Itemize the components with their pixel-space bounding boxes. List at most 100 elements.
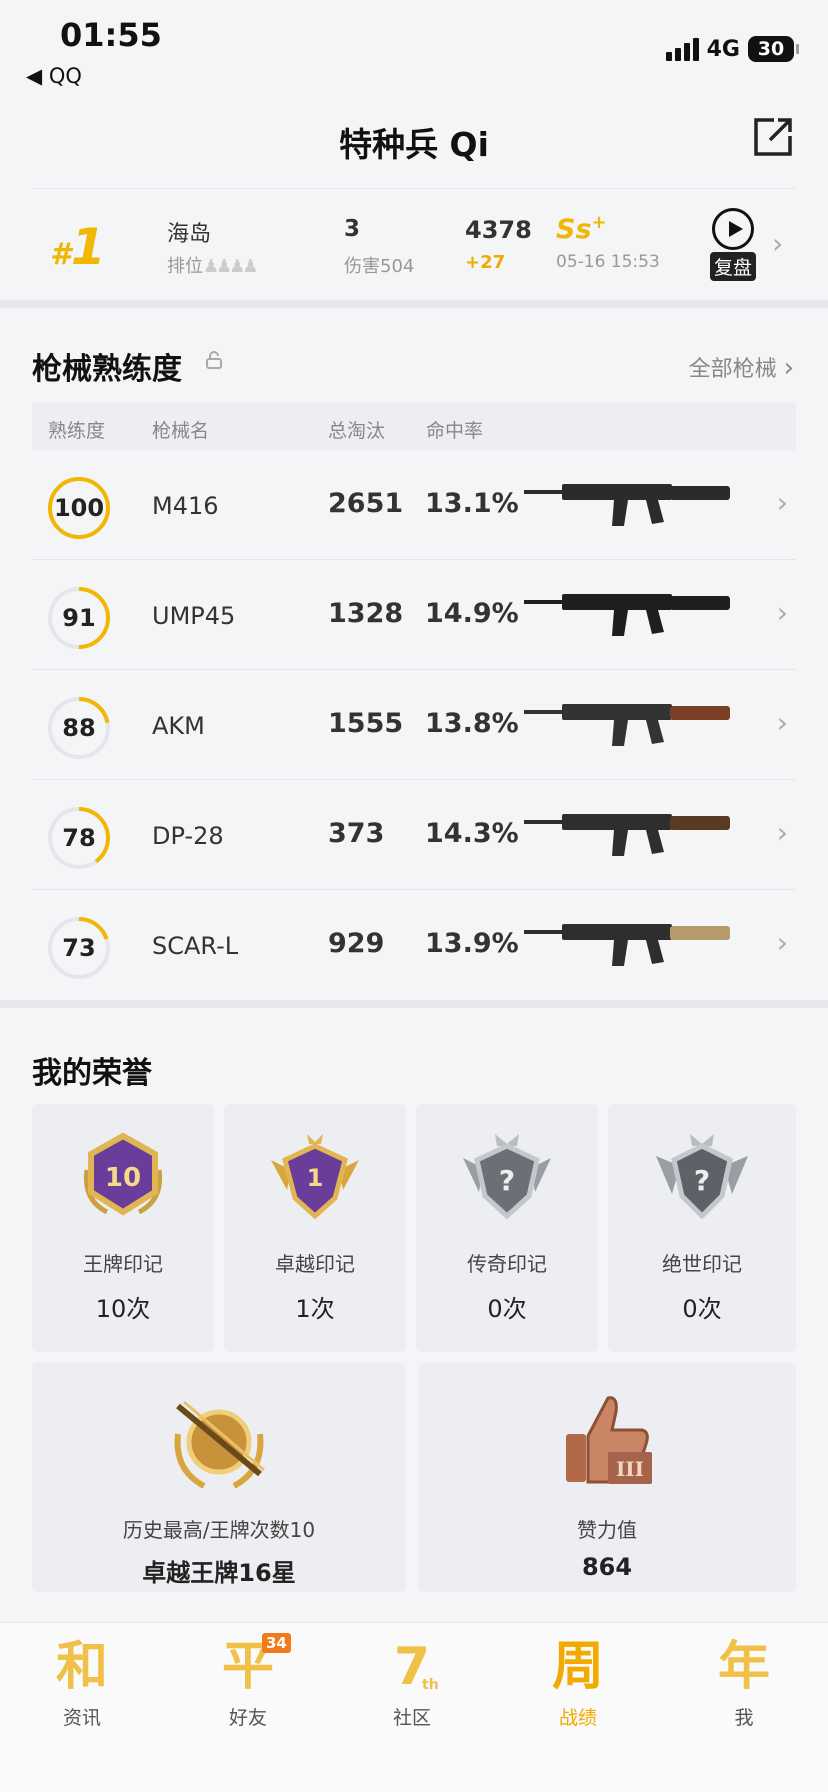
m416-rifle-icon — [524, 484, 730, 526]
honor-card-excellent[interactable]: 1 卓越印记 1次 — [224, 1104, 406, 1352]
weapon-row[interactable]: 88 AKM 1555 13.8% › — [32, 670, 796, 780]
tab-label: 战绩 — [558, 1707, 597, 1729]
chevron-right-icon[interactable]: › — [772, 227, 783, 260]
svg-text:10: 10 — [105, 1163, 141, 1193]
header-accuracy: 命中率 — [426, 420, 484, 442]
chevron-right-icon: › — [783, 353, 794, 383]
honor-label: 王牌印记 — [83, 1252, 163, 1276]
match-score: 4378 — [465, 216, 532, 244]
mode-label: 排位♟♟♟♟ — [167, 256, 259, 277]
lock-icon[interactable] — [204, 350, 224, 370]
weapon-total-kills: 929 — [328, 928, 385, 959]
honor-label: 绝世印记 — [662, 1252, 742, 1276]
replay-icon — [712, 208, 754, 250]
signal-icon — [665, 37, 699, 61]
community-tab-icon: 7 — [393, 1637, 431, 1697]
chevron-right-icon[interactable]: › — [777, 926, 788, 959]
section-divider — [0, 1000, 828, 1008]
weapon-name: DP-28 — [152, 822, 224, 850]
honor-label: 传奇印记 — [467, 1252, 547, 1276]
ump45-smg-icon — [524, 594, 730, 636]
news-tab-icon: 和 — [55, 1637, 108, 1697]
weapon-accuracy: 13.9% — [425, 928, 519, 959]
weapon-accuracy: 14.9% — [425, 598, 519, 629]
header-mastery: 熟练度 — [48, 420, 106, 442]
share-icon[interactable] — [752, 116, 794, 158]
tab-label: 资讯 — [62, 1707, 101, 1729]
scarl-rifle-icon — [524, 924, 730, 966]
map-name: 海岛 — [167, 222, 212, 247]
all-weapons-link[interactable]: 全部枪械 › — [689, 351, 794, 383]
svg-text:III: III — [616, 1457, 644, 1481]
status-time: 01:55 — [60, 16, 162, 54]
weapon-row[interactable]: 91 UMP45 1328 14.9% › — [32, 560, 796, 670]
header-total-kills: 总淘汰 — [328, 420, 386, 442]
match-datetime: 05-16 15:53 — [556, 252, 660, 272]
honor-value: 0次 — [682, 1295, 722, 1323]
excellent-badge-icon: 1 — [271, 1134, 359, 1220]
weapon-row[interactable]: 78 DP-28 373 14.3% › — [32, 780, 796, 890]
notification-badge: 34 — [262, 1633, 291, 1653]
network-type: 4G — [706, 36, 740, 62]
score-delta: +27 — [465, 252, 506, 273]
bottom-tab-bar: 和 资讯 平 34 好友 7 th 社区 周 战绩 年 我 — [0, 1622, 828, 1792]
highest-tier-label: 历史最高/王牌次数10 — [122, 1518, 316, 1542]
svg-text:?: ? — [694, 1164, 710, 1197]
honor-label: 卓越印记 — [275, 1252, 355, 1276]
weapon-table-header — [32, 402, 796, 450]
chevron-right-icon[interactable]: › — [777, 706, 788, 739]
likes-label: 赞力值 — [577, 1518, 637, 1542]
weapon-name: UMP45 — [152, 602, 236, 630]
chevron-right-icon[interactable]: › — [777, 816, 788, 849]
akm-rifle-icon — [524, 704, 730, 746]
chevron-right-icon[interactable]: › — [777, 596, 788, 629]
weapon-row[interactable]: 73 SCAR-L 929 13.9% › — [32, 890, 796, 1000]
tab-friends[interactable]: 平 34 好友 — [188, 1633, 308, 1730]
match-grade: Ss+ — [556, 212, 607, 245]
status-indicators: 4G 30 — [665, 36, 799, 62]
tab-news[interactable]: 和 资讯 — [22, 1637, 142, 1730]
match-kills: 3 — [344, 216, 361, 242]
weapon-name: AKM — [152, 712, 205, 740]
tier-badge-icon — [174, 1400, 265, 1489]
weapon-row[interactable]: 100 M416 2651 13.1% › — [32, 450, 796, 560]
replay-label: 复盘 — [709, 252, 756, 281]
record-tab-icon: 周 — [551, 1637, 604, 1697]
dp28-lmg-icon — [524, 814, 730, 856]
tab-icon-sub: th — [422, 1677, 439, 1693]
svg-text:?: ? — [499, 1164, 515, 1197]
honor-value: 10次 — [95, 1295, 151, 1323]
weapon-accuracy: 13.1% — [425, 488, 519, 519]
mastery-value: 73 — [62, 934, 96, 962]
likes-value: 864 — [581, 1553, 633, 1581]
replay-button[interactable]: 复盘 — [706, 208, 760, 281]
honors-title: 我的荣誉 — [32, 1056, 152, 1091]
tab-me[interactable]: 年 我 — [684, 1637, 804, 1730]
legend-badge-icon: ? — [463, 1134, 551, 1220]
tab-label: 社区 — [392, 1707, 431, 1729]
mastery-value: 91 — [62, 604, 96, 632]
header-weapon-name: 枪械名 — [152, 420, 210, 442]
weapon-total-kills: 1555 — [328, 708, 404, 739]
honor-card-unrivaled[interactable]: ? 绝世印记 0次 — [608, 1104, 796, 1352]
tab-label: 好友 — [228, 1707, 267, 1729]
back-to-qq-link[interactable]: ◀ QQ — [26, 64, 82, 88]
tab-community[interactable]: 7 th 社区 — [352, 1637, 472, 1730]
likes-card[interactable]: III 赞力值 864 — [418, 1362, 796, 1592]
rank-placement: #1 — [50, 218, 106, 276]
highest-tier-value: 卓越王牌16星 — [142, 1559, 296, 1587]
chevron-right-icon[interactable]: › — [777, 486, 788, 519]
highest-tier-card[interactable]: 历史最高/王牌次数10 卓越王牌16星 — [32, 1362, 406, 1592]
weapon-total-kills: 373 — [328, 818, 385, 849]
honor-card-legend[interactable]: ? 传奇印记 0次 — [416, 1104, 598, 1352]
weapon-name: SCAR-L — [152, 932, 239, 960]
honor-card-ace[interactable]: 10 王牌印记 10次 — [32, 1104, 214, 1352]
mastery-value: 100 — [53, 494, 105, 522]
ace-badge-icon: 10 — [83, 1132, 163, 1216]
unrivaled-badge-icon: ? — [656, 1134, 748, 1220]
battery-icon: 30 — [748, 36, 799, 62]
match-record-row[interactable] — [32, 188, 796, 298]
weapon-name: M416 — [152, 492, 219, 520]
tab-record[interactable]: 周 战绩 — [518, 1637, 638, 1730]
mastery-value: 88 — [62, 714, 96, 742]
